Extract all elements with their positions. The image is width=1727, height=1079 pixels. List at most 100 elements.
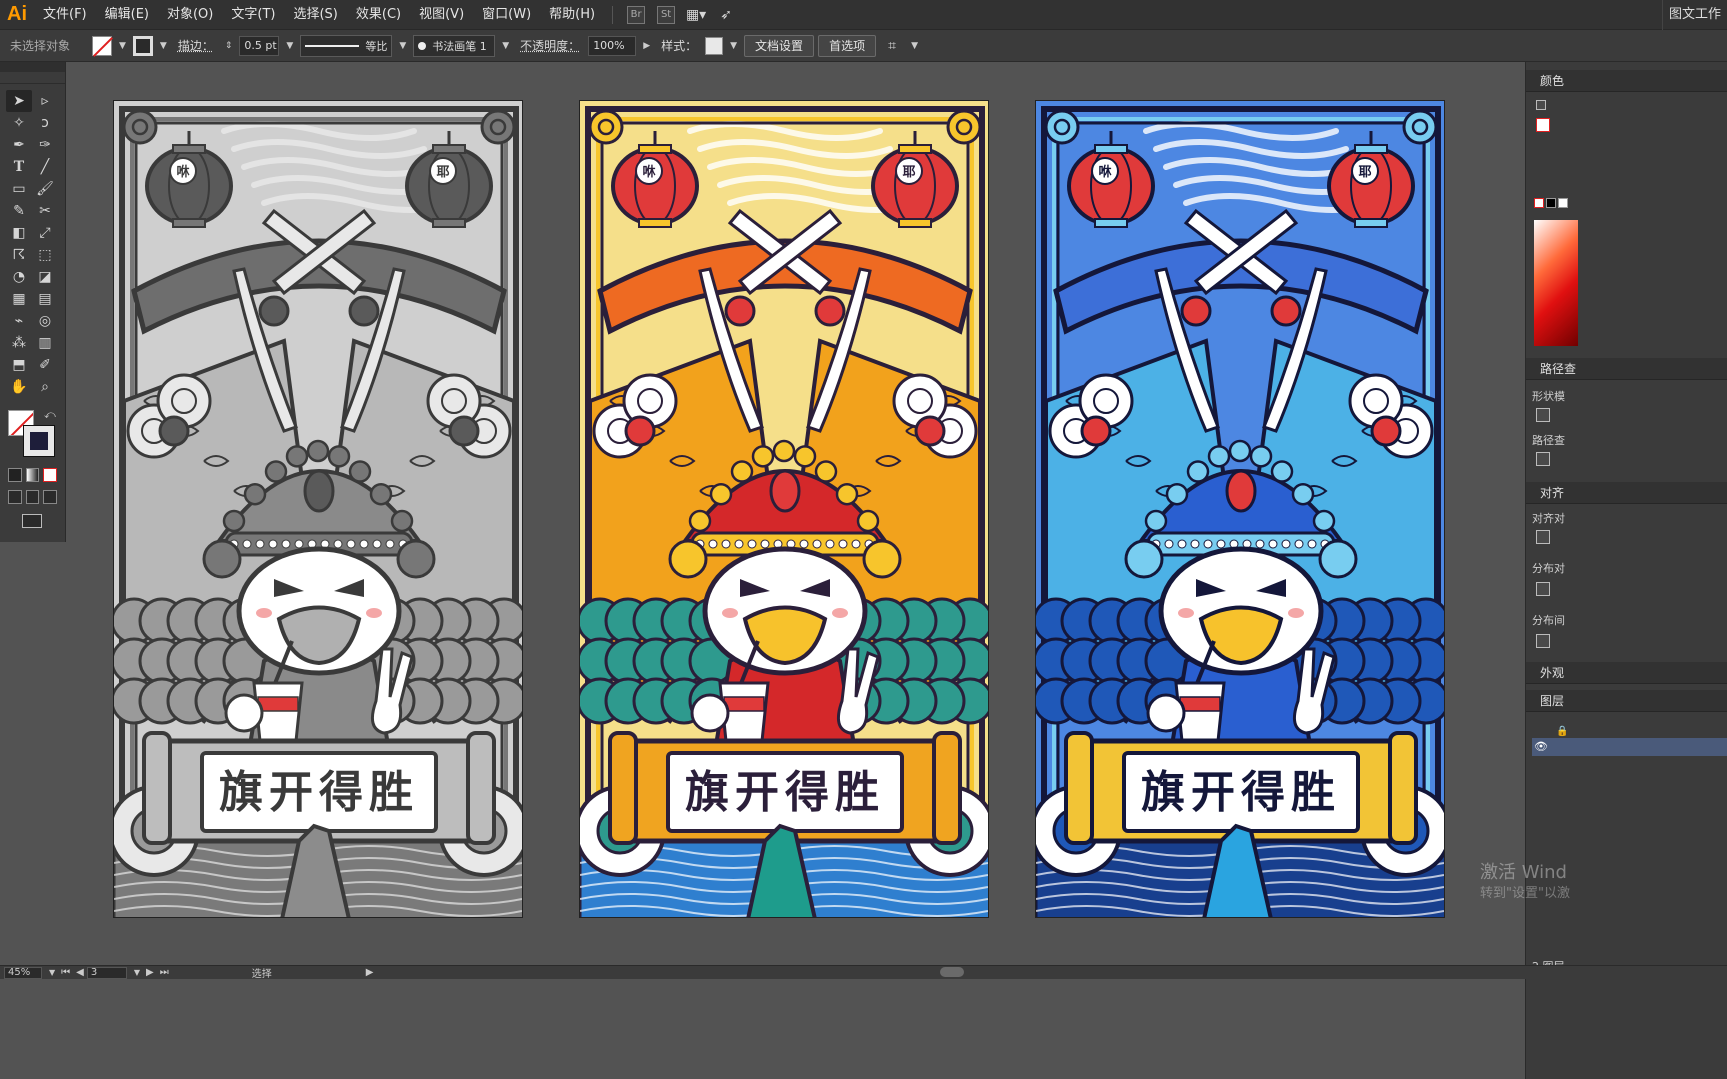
preferences-button[interactable]: 首选项 [818, 34, 877, 57]
stepper-icon[interactable]: ⇕ [222, 41, 236, 51]
screen-mode-icon[interactable] [22, 514, 42, 528]
perspective-grid-tool-icon[interactable]: ▦ [6, 288, 32, 310]
curvature-tool-icon[interactable]: ✑ [32, 134, 58, 156]
type-tool-icon[interactable]: T [6, 156, 32, 178]
slice-tool-icon[interactable]: ✐ [32, 354, 58, 376]
menu-item[interactable]: 视图(V) [410, 0, 473, 30]
layer-row[interactable]: 👁 [1532, 738, 1727, 756]
artboard-number-input[interactable]: 3 [86, 966, 127, 979]
swap-fill-stroke-icon[interactable]: ⤺ [44, 408, 56, 422]
distribute-top-icon[interactable] [1536, 582, 1550, 596]
chevron-right-icon[interactable]: ▶ [640, 41, 653, 51]
fill-swatch[interactable] [92, 35, 112, 56]
menu-item[interactable]: 对象(O) [158, 0, 222, 30]
lasso-tool-icon[interactable]: ↄ [32, 112, 58, 134]
distribute-spacing-icon[interactable] [1536, 634, 1550, 648]
zoom-tool-icon[interactable]: ⌕ [32, 376, 58, 398]
column-graph-tool-icon[interactable]: ▥ [32, 332, 58, 354]
menu-item[interactable]: 文字(T) [222, 0, 284, 30]
align-left-icon[interactable] [1536, 530, 1550, 544]
line-tool-icon[interactable]: ╱ [32, 156, 58, 178]
artboard-1[interactable]: 咻 耶旗开得胜 [113, 100, 523, 918]
opacity-label[interactable]: 不透明度： [516, 37, 584, 54]
bridge-button[interactable]: Br [627, 5, 646, 24]
status-menu-icon[interactable]: ▶ [362, 967, 378, 978]
pencil-tool-icon[interactable]: ✎ [6, 200, 32, 222]
chevron-down-icon[interactable]: ▼ [727, 41, 740, 51]
chevron-down-icon[interactable]: ▼ [116, 41, 129, 51]
graphic-style-swatch[interactable] [705, 36, 724, 55]
hand-tool-icon[interactable]: ✋ [6, 376, 32, 398]
gradient-mode-icon[interactable] [25, 468, 40, 482]
reflect-tool-icon[interactable]: ◧ [6, 222, 32, 244]
none-mode-icon[interactable] [43, 468, 58, 482]
visibility-eye-icon[interactable]: 👁 [1534, 740, 1548, 753]
black-swatch[interactable] [1546, 198, 1556, 208]
opacity-input[interactable]: 100% [588, 35, 637, 56]
scissors-tool-icon[interactable]: ✂ [32, 200, 58, 222]
draw-behind-icon[interactable] [25, 490, 40, 504]
pathfinder-panel-tab[interactable]: 路径查 [1526, 358, 1727, 380]
stock-button[interactable]: St [657, 5, 676, 24]
chevron-down-icon[interactable]: ▼ [131, 968, 143, 977]
menu-item[interactable]: 文件(F) [34, 0, 96, 30]
magic-wand-tool-icon[interactable]: ✧ [6, 112, 32, 134]
chevron-down-icon[interactable]: ▼ [499, 41, 512, 51]
lock-icon[interactable]: 🔒 [1556, 726, 1568, 737]
align-panel-tab[interactable]: 对齐 [1526, 482, 1727, 504]
menu-item[interactable]: 编辑(E) [96, 0, 158, 30]
menu-item[interactable]: 帮助(H) [540, 0, 604, 30]
pen-tool-icon[interactable]: ✒ [6, 134, 32, 156]
menu-item[interactable]: 效果(C) [347, 0, 410, 30]
scrollbar-thumb[interactable] [940, 967, 964, 977]
stroke-color-swatch[interactable] [23, 425, 55, 457]
gradient-tool-icon[interactable]: ▤ [32, 288, 58, 310]
chevron-down-icon[interactable]: ▼ [157, 41, 170, 51]
canvas[interactable]: 咻 耶旗开得胜 咻 耶旗开得胜 咻 耶旗开得胜 [66, 62, 1525, 965]
panel-grip[interactable] [0, 72, 65, 84]
shape-builder-tool-icon[interactable]: ◔ [6, 266, 32, 288]
live-paint-tool-icon[interactable]: ◪ [32, 266, 58, 288]
default-colors-icon[interactable] [1536, 100, 1546, 110]
chevron-down-icon[interactable]: ▼ [46, 968, 58, 977]
variable-width-profile[interactable]: 等比 [300, 34, 393, 57]
scale-tool-icon[interactable]: ⤢ [32, 222, 58, 244]
menu-item[interactable]: 选择(S) [284, 0, 346, 30]
last-artboard-icon[interactable]: ⏭ [157, 967, 172, 978]
blend-tool-icon[interactable]: ◎ [32, 310, 58, 332]
gpu-rocket-icon[interactable]: ➶ [711, 4, 741, 26]
warp-tool-icon[interactable]: ☈ [6, 244, 32, 266]
artboard-3[interactable]: 咻 耶旗开得胜 [1035, 100, 1445, 918]
eyedropper-tool-icon[interactable]: ⌁ [6, 310, 32, 332]
panel-grip[interactable] [0, 62, 65, 72]
white-swatch[interactable] [1558, 198, 1568, 208]
draw-normal-icon[interactable] [8, 490, 22, 504]
stroke-weight-input[interactable]: 0.5 pt [239, 35, 280, 56]
arrange-documents-icon[interactable]: ▦▾ [681, 4, 711, 26]
fill-swatch-icon[interactable] [1536, 118, 1550, 132]
divide-icon[interactable] [1536, 452, 1550, 466]
none-swatch[interactable] [1534, 198, 1544, 208]
zoom-level-input[interactable]: 45% [4, 966, 42, 979]
menu-item[interactable]: 窗口(W) [473, 0, 540, 30]
chevron-down-icon[interactable]: ▼ [283, 41, 296, 51]
color-panel-tab[interactable]: 颜色 [1526, 70, 1727, 92]
brush-definition[interactable]: 书法画笔 1 [413, 34, 496, 57]
arrange-icon[interactable]: ⌗ [880, 35, 904, 57]
stroke-label[interactable]: 描边： [174, 37, 218, 54]
chevron-down-icon[interactable]: ▼ [908, 41, 921, 51]
color-mode-icon[interactable] [8, 468, 22, 482]
direct-selection-tool-icon[interactable]: ▹ [32, 90, 58, 112]
stroke-swatch[interactable] [132, 35, 153, 56]
prev-artboard-icon[interactable]: ◀ [73, 967, 87, 978]
document-setup-button[interactable]: 文档设置 [744, 34, 815, 57]
appearance-panel-tab[interactable]: 外观 [1526, 662, 1727, 684]
paintbrush-tool-icon[interactable]: 🖌 [32, 178, 58, 200]
unite-icon[interactable] [1536, 408, 1550, 422]
free-transform-tool-icon[interactable]: ⬚ [32, 244, 58, 266]
symbol-sprayer-tool-icon[interactable]: ⁂ [6, 332, 32, 354]
chevron-down-icon[interactable]: ▼ [396, 41, 409, 51]
layers-panel-tab[interactable]: 图层 [1526, 690, 1727, 712]
next-artboard-icon[interactable]: ▶ [143, 967, 157, 978]
draw-inside-icon[interactable] [43, 490, 58, 504]
